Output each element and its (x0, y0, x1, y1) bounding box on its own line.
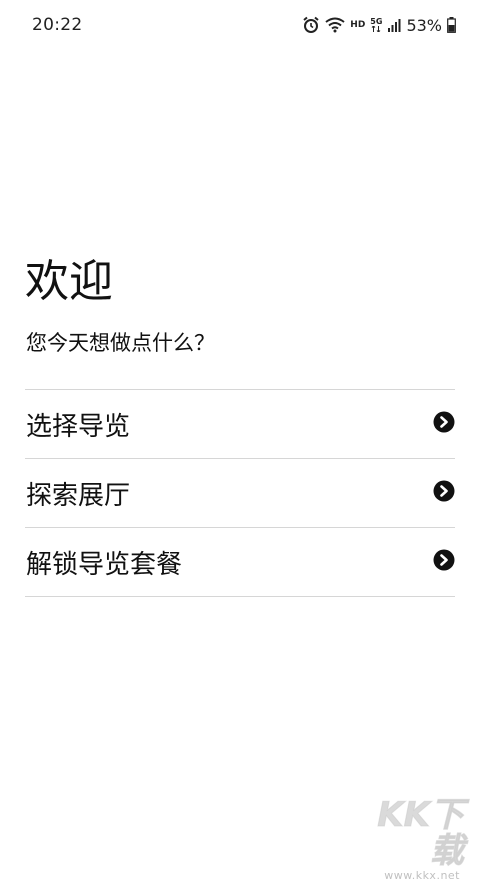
battery-icon (447, 17, 456, 33)
alarm-icon (302, 16, 320, 34)
menu-item-label: 解锁导览套餐 (26, 549, 183, 580)
menu-item-unlock-package[interactable]: 解锁导览套餐 (25, 528, 455, 597)
battery-percent: 53% (406, 15, 442, 35)
network-5g-label: 5G (370, 17, 383, 26)
wifi-icon (325, 17, 345, 33)
mobile-data-indicator: 5G (370, 18, 382, 32)
menu-item-explore-halls[interactable]: 探索展厅 (25, 459, 455, 528)
data-arrows-icon (372, 26, 381, 32)
page-title: 欢迎 (25, 256, 113, 307)
status-bar: 20:22 HD 5G 53% (0, 0, 480, 50)
watermark-url: www.kkx.net (384, 869, 460, 882)
chevron-right-icon (433, 480, 455, 506)
chevron-right-icon (433, 411, 455, 437)
menu-item-label: 选择导览 (26, 411, 131, 442)
menu-item-label: 探索展厅 (26, 480, 131, 511)
status-time: 20:22 (32, 15, 83, 35)
page-subtitle: 您今天想做点什么？ (26, 331, 215, 355)
signal-icon (387, 18, 401, 32)
network-hd-label: HD (350, 20, 366, 30)
menu-item-select-tour[interactable]: 选择导览 (25, 390, 455, 459)
watermark: KK下载 www.kkx.net (354, 797, 474, 882)
status-icons: HD 5G 53% (302, 14, 456, 36)
main-menu: 选择导览 探索展厅 解锁导览套餐 (25, 389, 455, 597)
chevron-right-icon (433, 549, 455, 575)
watermark-logo: KK下载 (377, 795, 465, 871)
